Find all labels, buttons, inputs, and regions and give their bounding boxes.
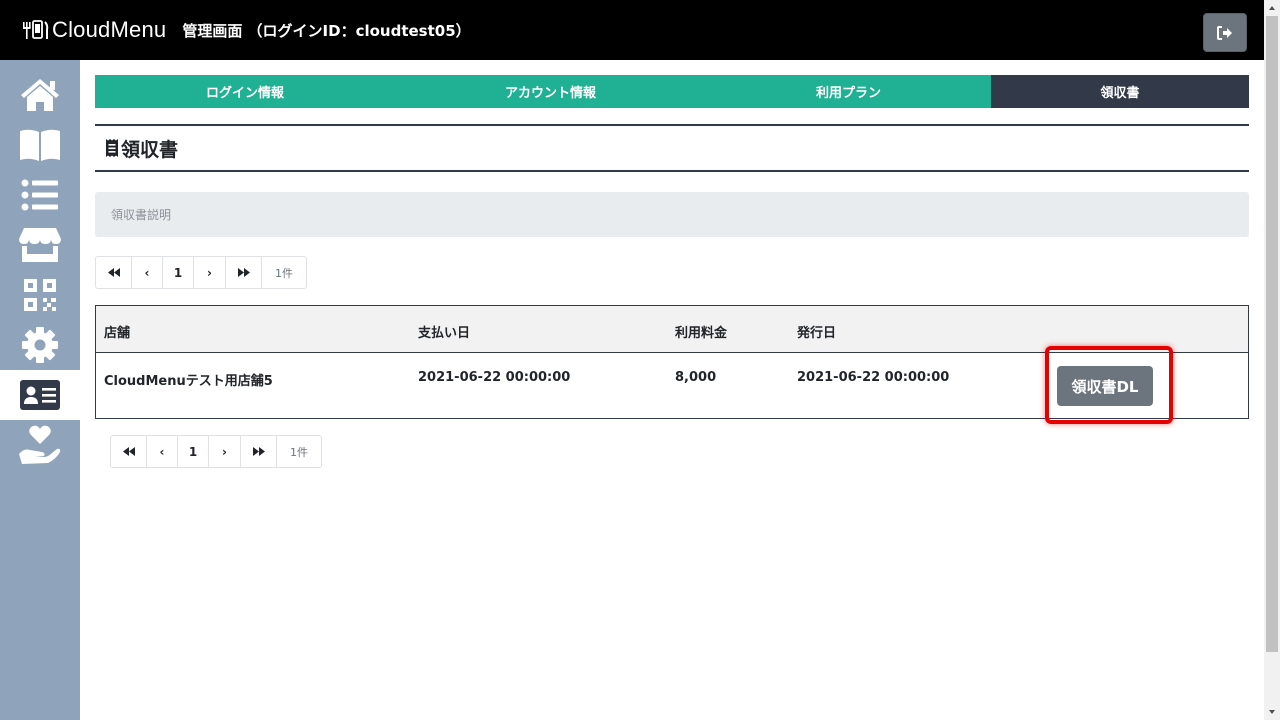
- double-chevron-right-icon: [237, 268, 250, 277]
- last-page-button[interactable]: [241, 436, 277, 467]
- sidebar: [0, 60, 80, 720]
- tab-receipt[interactable]: 領収書: [991, 75, 1249, 108]
- column-header-fee: 利用料金: [675, 326, 728, 341]
- sidebar-item-store[interactable]: [0, 220, 80, 270]
- top-header: CloudMenu 管理画面 （ログインID：cloudtest05）: [0, 0, 1264, 60]
- prev-page-button[interactable]: ‹: [147, 436, 178, 467]
- header-title: 管理画面 （ログインID：cloudtest05）: [182, 21, 471, 40]
- qrcode-icon: [24, 279, 56, 311]
- double-chevron-left-icon: [122, 447, 135, 456]
- result-count: 1件: [290, 445, 308, 459]
- sidebar-item-account[interactable]: [0, 370, 80, 420]
- tab-usage-plan[interactable]: 利用プラン: [706, 75, 991, 108]
- store-icon: [19, 228, 61, 262]
- book-open-icon: [20, 129, 60, 161]
- first-page-button[interactable]: [96, 257, 132, 288]
- result-count: 1件: [275, 266, 293, 280]
- sign-out-icon: [1217, 25, 1232, 40]
- double-chevron-left-icon: [107, 268, 120, 277]
- cell-payment-date: 2021-06-22 00:00:00: [418, 370, 571, 385]
- double-chevron-right-icon: [252, 447, 265, 456]
- last-page-button[interactable]: [226, 257, 262, 288]
- sidebar-item-support[interactable]: [0, 420, 80, 470]
- page-number-button[interactable]: 1: [178, 436, 209, 467]
- list-icon: [21, 179, 58, 211]
- tab-account-info[interactable]: アカウント情報: [395, 75, 706, 108]
- gear-icon: [22, 327, 58, 363]
- scroll-thumb[interactable]: [1266, 16, 1278, 652]
- sidebar-item-home[interactable]: [0, 70, 80, 120]
- column-header-payment-date: 支払い日: [418, 326, 471, 341]
- home-icon: [21, 79, 59, 111]
- tab-login-info[interactable]: ログイン情報: [95, 75, 395, 108]
- page-title: 領収書: [121, 138, 179, 161]
- sidebar-item-settings[interactable]: [0, 320, 80, 370]
- prev-page-button[interactable]: ‹: [132, 257, 163, 288]
- section-header: 領収書: [95, 124, 1249, 172]
- scroll-down-arrow-icon[interactable]: [1264, 704, 1280, 720]
- receipt-download-button[interactable]: 領収書DL: [1057, 366, 1153, 406]
- sidebar-item-menu-book[interactable]: [0, 120, 80, 170]
- receipt-icon: [106, 139, 118, 157]
- cutlery-phone-icon: [23, 20, 49, 39]
- pagination-top: ‹ 1 › 1件: [95, 256, 307, 289]
- account-tabs: ログイン情報 アカウント情報 利用プラン 領収書: [95, 75, 1249, 108]
- first-page-button[interactable]: [111, 436, 147, 467]
- cell-fee: 8,000: [675, 370, 717, 385]
- hand-holding-heart-icon: [19, 425, 61, 464]
- sidebar-item-qrcode[interactable]: [0, 270, 80, 320]
- next-page-button[interactable]: ›: [194, 257, 226, 288]
- pagination-bottom: ‹ 1 › 1件: [110, 435, 322, 468]
- description-box: 領収書説明: [95, 192, 1249, 237]
- logout-button[interactable]: [1203, 13, 1247, 52]
- vertical-scrollbar[interactable]: [1264, 0, 1280, 720]
- sidebar-item-list[interactable]: [0, 170, 80, 220]
- page-number-button[interactable]: 1: [163, 257, 194, 288]
- id-card-icon: [20, 380, 60, 410]
- column-header-store: 店舗: [104, 326, 131, 341]
- logo-text: CloudMenu: [52, 17, 167, 42]
- cell-issue-date: 2021-06-22 00:00:00: [797, 370, 950, 385]
- scroll-up-arrow-icon[interactable]: [1264, 0, 1280, 16]
- logo[interactable]: CloudMenu: [22, 17, 166, 43]
- column-header-issue-date: 発行日: [797, 326, 837, 341]
- next-page-button[interactable]: ›: [209, 436, 241, 467]
- cell-store: CloudMenuテスト用店舗5: [104, 374, 273, 389]
